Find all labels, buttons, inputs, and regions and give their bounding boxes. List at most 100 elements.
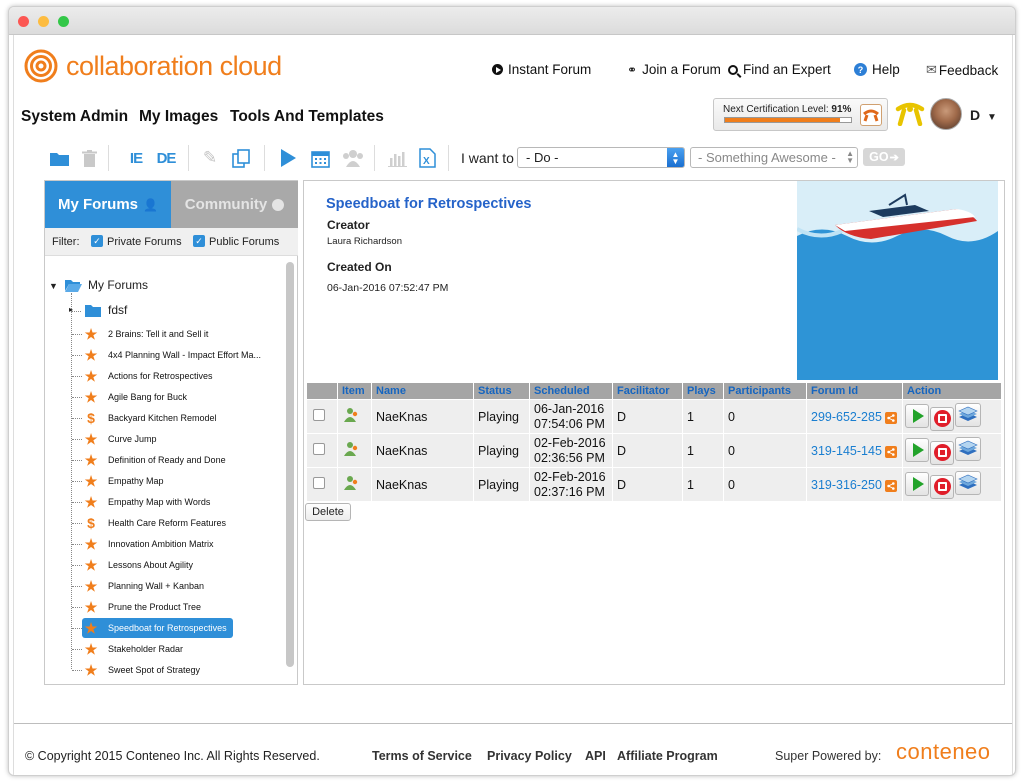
menu-tools-templates[interactable]: Tools And Templates (230, 108, 384, 126)
tree-item[interactable]: ★ Planning Wall + Kanban (82, 576, 210, 596)
public-forums-checkbox[interactable]: ✓ (193, 235, 205, 247)
tree-item[interactable]: ★ Empathy Map with Words (82, 492, 216, 512)
tab-community[interactable]: Community (171, 181, 298, 228)
copy-button[interactable] (230, 147, 252, 169)
user-avatar[interactable] (930, 98, 962, 130)
tree-item-label: Stakeholder Radar (108, 644, 184, 654)
dollar-icon: $ (87, 410, 95, 426)
stop-session-button[interactable] (930, 440, 954, 465)
facilitator-cell: D (613, 434, 682, 467)
menu-system-admin[interactable]: System Admin (21, 108, 128, 126)
tree-item[interactable]: ★ Lessons About Agility (82, 555, 199, 575)
user-menu[interactable]: D ▼ (970, 107, 997, 123)
table-row[interactable]: NaeKnas Playing 06-Jan-2016 07:54:06 PM D 1 0 2… (307, 400, 1001, 433)
action-cell (903, 400, 1001, 433)
import-export-button[interactable]: IE (124, 147, 148, 169)
view-results-button[interactable] (955, 402, 981, 427)
instant-forum-link[interactable]: Instant Forum (492, 62, 591, 77)
delete-toolbar-button[interactable] (80, 147, 98, 169)
page-content: collaboration cloud Instant Forum ⚭ Join… (13, 35, 1013, 775)
participants-button[interactable] (341, 147, 365, 169)
tree-item[interactable]: ★ Agile Bang for Buck (82, 387, 193, 407)
tree-item[interactable]: ★ Prune the Product Tree (82, 597, 207, 617)
api-link[interactable]: API (585, 749, 606, 763)
minimize-window-button[interactable] (38, 16, 49, 27)
participants-cell: 0 (724, 468, 806, 501)
row-checkbox[interactable] (313, 477, 325, 489)
tree-root-toggle[interactable]: ▼ (49, 281, 58, 291)
terms-link[interactable]: Terms of Service (372, 749, 472, 763)
share-icon[interactable] (884, 479, 897, 492)
tree-item[interactable]: ★ Actions for Retrospectives (82, 366, 219, 386)
play-session-button[interactable] (905, 404, 929, 428)
table-row[interactable]: NaeKnas Playing 02-Feb-2016 02:36:56 PM D 1 0 3… (307, 434, 1001, 467)
view-results-button[interactable] (955, 436, 981, 461)
forum-id-link[interactable]: 319-145-145 (811, 444, 882, 458)
forum-id-link[interactable]: 319-316-250 (811, 478, 882, 492)
tree-item-label: Lessons About Agility (108, 560, 194, 570)
feedback-link[interactable]: ✉ Feedback (926, 62, 998, 78)
star-icon: ★ (84, 619, 98, 636)
plays-cell: 1 (683, 468, 723, 501)
stop-session-button[interactable] (930, 474, 954, 499)
delete-button[interactable]: Delete (305, 503, 351, 521)
data-export-button[interactable]: DE (154, 147, 178, 169)
tree-item[interactable]: ★ Stakeholder Radar (82, 639, 189, 659)
user-icon: 👤 (143, 197, 158, 212)
privacy-link[interactable]: Privacy Policy (487, 749, 572, 763)
tree-item[interactable]: ★ Speedboat for Retrospectives (82, 618, 233, 638)
tree-scrollbar[interactable] (285, 260, 295, 685)
brand-logo[interactable]: collaboration cloud (24, 49, 282, 83)
tree-scrollbar-thumb[interactable] (286, 262, 294, 667)
menu-my-images[interactable]: My Images (139, 108, 218, 126)
tree-item[interactable]: $ Health Care Reform Features (82, 513, 232, 533)
action-do-select[interactable]: - Do - ▲ ▼ (517, 147, 685, 168)
open-folder-button[interactable] (49, 147, 69, 169)
tree-item[interactable]: ★ Sweet Spot of Strategy (82, 660, 206, 680)
tree-root[interactable]: My Forums (65, 278, 148, 292)
affiliate-link[interactable]: Affiliate Program (617, 749, 718, 763)
schedule-button[interactable] (309, 147, 331, 169)
tree-item[interactable]: ★ 4x4 Planning Wall - Impact Effort Ma... (82, 345, 267, 365)
tree-folder[interactable]: fdsf (85, 303, 127, 317)
tree-item[interactable]: ★ Curve Jump (82, 429, 163, 449)
tree-item-label: Empathy Map with Words (108, 497, 211, 507)
tree-item[interactable]: $ Backyard Kitchen Remodel (82, 408, 223, 428)
join-forum-link[interactable]: ⚭ Join a Forum (627, 62, 721, 77)
item-cell (338, 468, 371, 501)
table-row[interactable]: NaeKnas Playing 02-Feb-2016 02:37:16 PM D 1 0 3… (307, 468, 1001, 501)
arrow-right-icon: ➔ (889, 151, 899, 164)
stop-session-button[interactable] (930, 406, 954, 431)
forum-id-link[interactable]: 299-652-285 (811, 410, 882, 424)
play-session-button[interactable] (905, 472, 929, 496)
created-on-value: 06-Jan-2016 07:52:47 PM (327, 282, 449, 294)
excel-export-button[interactable]: X (417, 147, 437, 169)
tree-item[interactable]: ★ Innovation Ambition Matrix (82, 534, 220, 554)
tree-item[interactable]: ★ 2 Brains: Tell it and Sell it (82, 324, 214, 344)
share-icon[interactable] (884, 445, 897, 458)
reports-button[interactable] (386, 147, 408, 169)
status-cell: Playing (474, 468, 529, 501)
tree-folder-toggle[interactable]: ▸ (69, 305, 73, 314)
certification-widget[interactable]: Next Certification Level: 91% (713, 98, 888, 131)
maximize-window-button[interactable] (58, 16, 69, 27)
results-stack-icon (958, 440, 978, 455)
row-checkbox[interactable] (313, 443, 325, 455)
private-forums-checkbox[interactable]: ✓ (91, 235, 103, 247)
share-icon[interactable] (884, 411, 897, 424)
action-something-select[interactable]: - Something Awesome - ▲ ▼ (690, 147, 858, 168)
close-window-button[interactable] (18, 16, 29, 27)
help-link[interactable]: ? Help (854, 62, 900, 77)
tree-item[interactable]: ★ Definition of Ready and Done (82, 450, 232, 470)
forum-id-cell: 319-316-250 (807, 468, 902, 501)
play-session-button[interactable] (905, 438, 929, 462)
view-results-button[interactable] (955, 470, 981, 495)
play-toolbar-button[interactable] (279, 147, 297, 169)
edit-button[interactable]: ✎ (200, 147, 220, 169)
participant-icon (344, 408, 358, 422)
row-checkbox[interactable] (313, 409, 325, 421)
tree-item[interactable]: ★ Empathy Map (82, 471, 170, 491)
go-button[interactable]: GO ➔ (863, 148, 905, 166)
tab-my-forums[interactable]: My Forums 👤 (45, 181, 171, 228)
find-expert-link[interactable]: Find an Expert (728, 62, 831, 78)
